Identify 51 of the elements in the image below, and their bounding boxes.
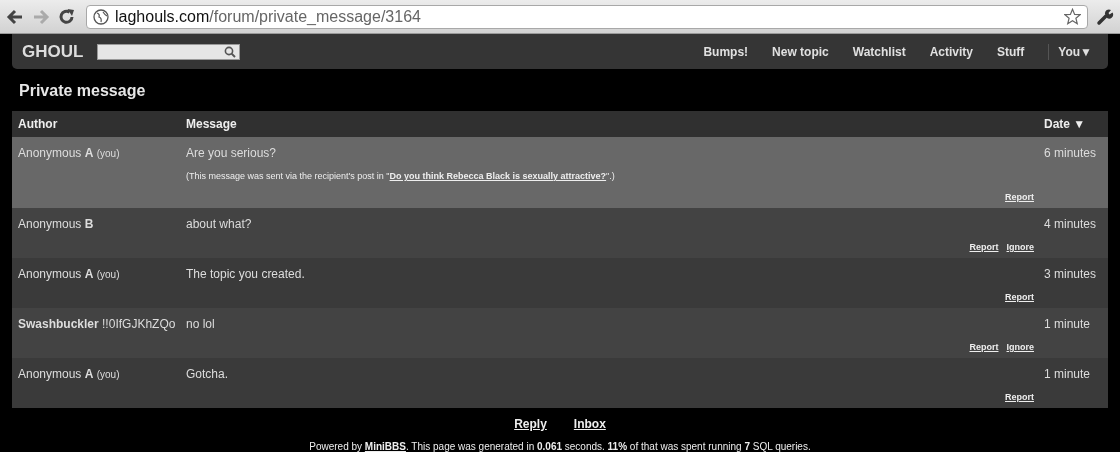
column-header[interactable]: Author — [12, 117, 180, 131]
date-text: 4 minutes — [1044, 217, 1097, 231]
action-link[interactable]: Report — [1005, 192, 1034, 202]
author-name: Anonymous A — [18, 367, 94, 381]
message-text: The topic you created. — [186, 267, 306, 281]
action-link[interactable]: Report — [969, 242, 999, 252]
date-text: 1 minute — [1044, 317, 1091, 331]
column-header[interactable]: Message — [180, 117, 1038, 131]
nav-link[interactable]: New topic — [772, 44, 829, 59]
author-name: Anonymous B — [18, 217, 94, 231]
message-text: no lol — [186, 317, 216, 331]
nav-link[interactable]: Activity — [929, 44, 973, 59]
action-link[interactable]: Ignore — [1006, 242, 1034, 252]
author-name: Swashbuckler !!0IfGJKhZQo — [18, 317, 176, 331]
search-field[interactable] — [97, 43, 241, 60]
wrench-icon[interactable] — [1096, 7, 1114, 26]
page-title: Private message — [18, 81, 147, 101]
site-logo[interactable]: GHOUL — [22, 41, 84, 62]
date-text: 6 minutes — [1044, 146, 1097, 160]
search-icon[interactable] — [224, 45, 237, 58]
nav-link[interactable]: Watchlist — [852, 44, 906, 59]
globe-icon — [93, 8, 109, 25]
action-link[interactable]: Report — [1005, 392, 1034, 402]
message-text: about what? — [186, 217, 253, 231]
star-icon[interactable] — [1064, 8, 1081, 25]
you-tag: (you) — [96, 148, 120, 159]
you-tag: (you) — [96, 369, 120, 380]
footer-text: Powered by MiniBBS. This page was generated in 0.061 seconds. 11% of that was spent running 7 SQL queries. — [309, 441, 811, 452]
url-text: laghouls.com/forum/private_message/3164 — [115, 7, 422, 26]
reload-icon[interactable] — [58, 7, 76, 26]
date-text: 1 minute — [1044, 367, 1091, 381]
minibbs-link[interactable]: MiniBBS — [364, 441, 406, 452]
topic-link[interactable]: Do you think Rebecca Black is sexually attractive? — [389, 171, 607, 181]
user-menu[interactable]: You▼ — [1058, 44, 1092, 59]
footer-link[interactable]: Inbox — [573, 417, 606, 431]
author-name: Anonymous A — [18, 146, 94, 160]
back-icon[interactable] — [6, 8, 24, 25]
nav-link[interactable]: Bumps! — [703, 44, 749, 59]
action-link[interactable]: Report — [1005, 292, 1034, 302]
author-name: Anonymous A — [18, 267, 94, 281]
message-text: Gotcha. — [186, 367, 230, 381]
message-text: Are you serious? — [186, 146, 278, 160]
action-link[interactable]: Report — [969, 342, 999, 352]
column-header[interactable]: Date ▼ — [1038, 117, 1108, 131]
date-text: 3 minutes — [1044, 267, 1097, 281]
nav-link[interactable]: Stuff — [997, 44, 1025, 59]
footer-link[interactable]: Reply — [514, 417, 547, 431]
message-note: (This message was sent via the recipient's post in "Do you think Rebecca Black is sexually attractive?".) — [186, 171, 616, 181]
action-link[interactable]: Ignore — [1006, 342, 1034, 352]
you-tag: (you) — [96, 269, 120, 280]
address-bar[interactable]: laghouls.com/forum/private_message/3164 — [86, 4, 1088, 29]
